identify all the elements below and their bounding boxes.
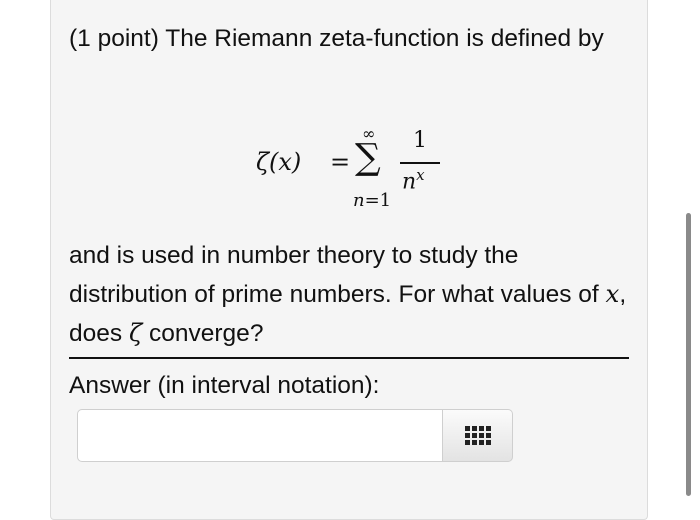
fraction-numerator: 1	[413, 128, 427, 153]
body-text-1: and is used in number theory to study th…	[69, 242, 606, 308]
sum-index-start: =1	[364, 190, 392, 211]
problem-body: and is used in number theory to study th…	[69, 237, 629, 353]
grid-icon	[464, 426, 491, 445]
zeta-formula: ζ(x) = ∞ ∑ n=1 1 nx	[250, 118, 500, 218]
var-x: x	[605, 279, 620, 308]
problem-intro: (1 point) The Riemann zeta-function is d…	[69, 25, 604, 52]
fraction-bar	[400, 162, 440, 164]
scrollbar[interactable]	[686, 213, 691, 496]
divider	[69, 357, 629, 359]
formula-equals: =	[330, 148, 351, 176]
denominator-base: n	[402, 169, 417, 195]
var-zeta: ζ	[128, 318, 143, 347]
sum-lower-limit: n=1	[353, 190, 391, 211]
answer-label: Answer (in interval notation):	[69, 372, 380, 399]
formula-lhs: ζ(x)	[256, 148, 302, 176]
denominator-exponent: x	[416, 166, 425, 184]
sum-index-var: n	[353, 190, 365, 211]
sum-sigma: ∑	[355, 137, 381, 178]
answer-input[interactable]	[77, 409, 443, 462]
math-palette-button[interactable]	[443, 409, 513, 462]
fraction-denominator: nx	[402, 166, 425, 194]
body-text-3: converge?	[142, 320, 264, 347]
